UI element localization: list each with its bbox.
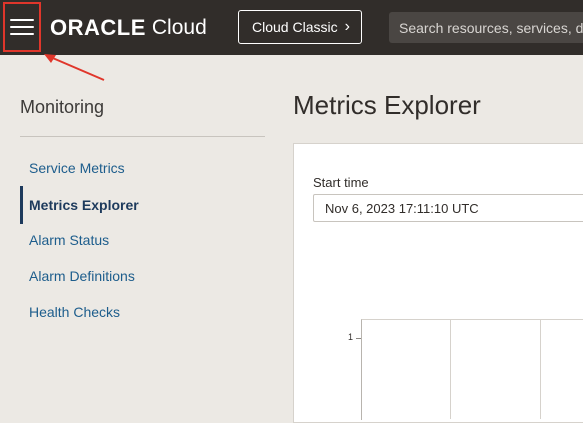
hamburger-icon	[10, 19, 34, 35]
chart-gridline	[450, 319, 451, 419]
chart-y-tick	[356, 338, 361, 339]
cloud-classic-label: Cloud Classic	[252, 19, 338, 35]
active-indicator	[20, 186, 23, 224]
top-navigation-bar: ORACLE Cloud Cloud Classic ›	[0, 0, 583, 55]
navigation-menu-button[interactable]	[3, 2, 41, 52]
sidebar-item-health-checks[interactable]: Health Checks	[29, 304, 120, 320]
start-time-label: Start time	[313, 175, 369, 190]
sidebar-divider	[20, 136, 265, 137]
page-title: Metrics Explorer	[293, 90, 481, 120]
cloud-classic-button[interactable]: Cloud Classic ›	[238, 10, 362, 44]
annotation-arrow-icon	[44, 54, 105, 81]
metrics-chart	[361, 319, 583, 420]
sidebar-item-metrics-explorer[interactable]: Metrics Explorer	[29, 197, 139, 213]
sidebar-title: Monitoring	[20, 97, 105, 117]
chart-gridline	[540, 319, 541, 419]
logo-brand: ORACLE	[50, 15, 146, 40]
oracle-cloud-logo[interactable]: ORACLE Cloud	[50, 14, 207, 42]
search-input[interactable]	[397, 18, 583, 37]
start-time-field[interactable]: Nov 6, 2023 17:11:10 UTC	[313, 194, 583, 222]
sidebar-item-alarm-status[interactable]: Alarm Status	[29, 232, 109, 248]
sidebar-item-service-metrics[interactable]: Service Metrics	[29, 160, 125, 176]
chart-y-tick-label: 1	[348, 332, 354, 342]
search-box[interactable]	[389, 12, 583, 43]
chevron-right-icon: ›	[344, 18, 350, 35]
logo-product: Cloud	[151, 16, 207, 39]
sidebar-item-alarm-definitions[interactable]: Alarm Definitions	[29, 268, 135, 284]
